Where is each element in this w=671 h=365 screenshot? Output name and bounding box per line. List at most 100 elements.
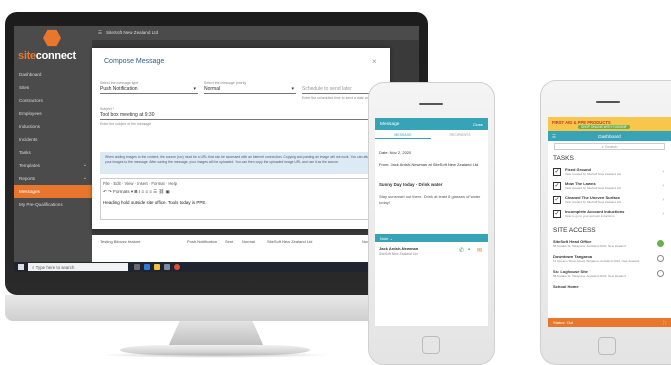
store-icon[interactable] [164, 264, 170, 270]
email-icon[interactable]: ✉ [477, 247, 482, 254]
rich-text-editor[interactable]: File · Edit · View · Insert · Format · H… [100, 178, 382, 220]
note-label: Note [380, 236, 389, 241]
menu-insert[interactable]: Insert [137, 181, 147, 186]
tab-recipients[interactable]: RECIPIENTS [432, 130, 488, 139]
chevron-down-icon: ▾ [193, 86, 196, 92]
edge-browser-icon[interactable] [144, 264, 150, 270]
tasks-heading: TASKS [553, 155, 574, 162]
menu-icon[interactable]: ☰ [98, 30, 102, 35]
editor-content[interactable]: Heading hold outside site office. Tools … [103, 200, 207, 205]
checkbox-icon[interactable]: ✓ [553, 210, 561, 218]
sidebar-item-dashboard[interactable]: Dashboard [14, 68, 92, 81]
priority-select[interactable]: Normal ▾ [204, 86, 296, 94]
tab-message[interactable]: MESSAGE [375, 130, 431, 139]
chrome-icon[interactable] [174, 264, 180, 270]
chevron-right-icon: › [662, 197, 664, 203]
site-access-heading: SITE ACCESS [553, 227, 596, 234]
image-icon[interactable]: ▣ [165, 189, 169, 194]
phone-home-button[interactable] [422, 336, 440, 354]
align-center-icon[interactable]: ≡ [145, 189, 148, 194]
task-item[interactable]: ✓ Fixed Ground Task created by SiteSoft Ne… [553, 167, 666, 181]
checkbox-icon[interactable]: ✓ [553, 196, 561, 204]
editor-toolbar: ↶ ↷ Formats ▾ B I ≡ ≡ ≡ ☰ ⛓ ▣ [103, 189, 170, 194]
phone-message-screen: Message Close MESSAGE RECIPIENTS Date: No… [375, 118, 488, 326]
italic-icon[interactable]: I [139, 189, 140, 194]
sidebar-item-contractors[interactable]: Contractors [14, 94, 92, 107]
task-item[interactable]: ✓ Incomplete Account Inductions Task to go… [553, 209, 666, 223]
redo-icon[interactable]: ↷ [108, 189, 112, 194]
checkbox-icon[interactable]: ✓ [553, 168, 561, 176]
dashboard-header: ☰ Dashboard [548, 131, 671, 141]
schedule-hint: Enter the scheduled time to send a date … [302, 96, 379, 100]
status-bar[interactable]: Status: Out ⛶ [548, 318, 671, 327]
subject-input[interactable]: Tool box meeting at 9:30 [100, 112, 382, 120]
sidebar-item-tasks[interactable]: Tasks [14, 146, 92, 159]
undo-icon[interactable]: ↶ [103, 189, 107, 194]
site-item[interactable]: SiteSoft Head Office 58 Karaka St, Takapu… [553, 239, 666, 253]
file-explorer-icon[interactable] [154, 264, 160, 270]
sidebar-item-incidents[interactable]: Incidents [14, 133, 92, 146]
phone-speaker [419, 103, 443, 105]
chevron-down-icon: ⌄ [82, 175, 87, 181]
app-logo: siteconnect [18, 50, 76, 62]
menu-icon[interactable]: ☰ [552, 134, 556, 140]
expand-icon[interactable]: ⛶ [663, 320, 666, 325]
message-status: Sent [225, 239, 234, 244]
subject-label: Subject * [100, 107, 115, 111]
phone-icon[interactable]: ✆ [459, 247, 464, 254]
link-icon[interactable]: ⛓ [158, 189, 164, 194]
task-view-icon[interactable] [134, 264, 140, 270]
sidebar-item-messages[interactable]: Messages [14, 185, 92, 198]
sidebar-item-templates[interactable]: Templates ⌄ [14, 159, 92, 172]
sidebar-item-sites[interactable]: Sites [14, 81, 92, 94]
sidebar-item-employees[interactable]: Employees [14, 107, 92, 120]
search-icon: ⌕ [32, 264, 35, 270]
note-bar[interactable]: Note ⌄ [375, 234, 488, 242]
menu-view[interactable]: View [124, 181, 133, 186]
modal-title: Compose Message [104, 58, 165, 65]
chevron-right-icon: › [662, 183, 664, 189]
monitor-screen: siteconnect Dashboard Sites Contractors … [14, 26, 419, 272]
menu-help[interactable]: Help [168, 181, 177, 186]
site-item[interactable]: Downtown Tangaroa 12 Queens Street Road, … [553, 254, 666, 268]
search-input[interactable]: ⌕ Search [554, 143, 665, 150]
promo-banner[interactable]: FIRST AID & PPE PRODUCTS SHOP ONLINE WIT… [548, 117, 671, 131]
sidebar-item-reports[interactable]: Reports ⌄ [14, 172, 92, 185]
formats-dropdown[interactable]: Formats [113, 189, 130, 194]
task-item[interactable]: ✓ Cleaned The Uneven Surface Task created … [553, 195, 666, 209]
siteconnect-logo-icon [43, 29, 61, 47]
message-date: Date: Nov 2, 2020 [379, 150, 412, 155]
message-sender: SiteSoft New Zealand Ltd [267, 239, 313, 244]
menu-file[interactable]: File [103, 181, 110, 186]
task-item[interactable]: ✓ Mow The Lawns Task created by SiteSoft N… [553, 181, 666, 195]
sidebar-item-inductions[interactable]: Inductions [14, 120, 92, 133]
close-button[interactable]: Close [473, 122, 483, 127]
message-header: Message Close [375, 118, 488, 130]
menu-format[interactable]: Format [151, 181, 164, 186]
message-type: Push Notification [187, 239, 218, 244]
dashboard-title: Dashboard [598, 133, 621, 139]
radio-unselected[interactable] [657, 255, 664, 262]
message-type-select[interactable]: Push Notification ▾ [100, 86, 198, 94]
taskbar-search[interactable]: ⌕ Type here to search [28, 263, 128, 271]
windows-start-icon[interactable] [18, 264, 24, 270]
sidebar-item-pre-qualifications[interactable]: My Pre-Qualifications [14, 198, 92, 211]
checkbox-icon[interactable]: ✓ [553, 182, 561, 190]
phone-home-button[interactable] [598, 337, 616, 355]
close-icon[interactable]: × [372, 57, 377, 66]
site-item[interactable]: Ss: Loghouse Site 58 Karaka St, Takapuna,… [553, 269, 666, 283]
subject-hint: Enter the subject of the message [100, 122, 152, 126]
chevron-down-icon: ▾ [291, 86, 294, 92]
chat-icon[interactable]: ▪ [468, 247, 470, 253]
contact-name: Jack Ardsh-Newman [379, 246, 419, 251]
list-icon[interactable]: ☰ [153, 189, 157, 194]
align-left-icon[interactable]: ≡ [141, 189, 144, 194]
site-item[interactable]: School Home [553, 284, 666, 298]
company-selector[interactable]: SiteSoft New Zealand Ltd [106, 30, 158, 35]
menu-edit[interactable]: Edit [113, 181, 120, 186]
bold-icon[interactable]: B [134, 189, 137, 194]
radio-unselected[interactable] [657, 270, 664, 277]
align-right-icon[interactable]: ≡ [149, 189, 152, 194]
radio-selected[interactable] [657, 240, 664, 247]
banner-cta[interactable]: SHOP ONLINE WITH FUSIONP [578, 125, 630, 129]
